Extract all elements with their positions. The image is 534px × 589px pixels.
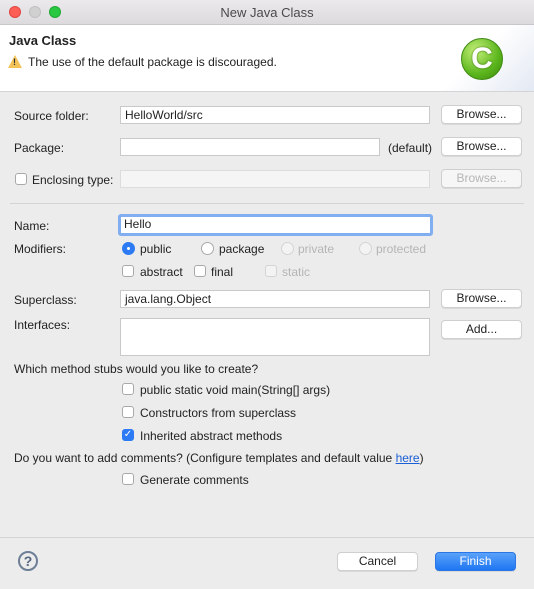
protected-radio[interactable] bbox=[359, 242, 372, 255]
configure-templates-link[interactable]: here bbox=[396, 451, 420, 465]
main-method-checkbox[interactable] bbox=[122, 383, 134, 395]
package-label: Package: bbox=[14, 141, 65, 155]
abstract-label: abstract bbox=[140, 265, 183, 279]
window-title: New Java Class bbox=[220, 5, 314, 20]
source-folder-label: Source folder: bbox=[14, 109, 89, 123]
footer-divider bbox=[0, 537, 534, 538]
private-radio[interactable] bbox=[281, 242, 294, 255]
zoom-window-button[interactable] bbox=[49, 6, 61, 18]
cancel-button[interactable]: Cancel bbox=[337, 552, 418, 571]
package-radio[interactable] bbox=[201, 242, 214, 255]
finish-button[interactable]: Finish bbox=[435, 552, 516, 571]
interfaces-list[interactable] bbox=[120, 318, 430, 356]
divider bbox=[10, 203, 524, 204]
package-browse-button[interactable]: Browse... bbox=[441, 137, 522, 156]
wizard-message: The use of the default package is discou… bbox=[28, 55, 277, 69]
enclosing-type-checkbox[interactable] bbox=[15, 173, 27, 185]
private-radio-label: private bbox=[298, 242, 335, 256]
public-radio[interactable] bbox=[122, 242, 135, 255]
warning-icon: ! bbox=[8, 55, 22, 68]
interfaces-label: Interfaces: bbox=[14, 318, 71, 332]
comments-question: Do you want to add comments? (Configure … bbox=[14, 451, 424, 465]
method-stubs-question: Which method stubs would you like to cre… bbox=[14, 362, 259, 376]
public-radio-label: public bbox=[140, 242, 172, 256]
protected-radio-label: protected bbox=[376, 242, 427, 256]
abstract-checkbox[interactable] bbox=[122, 265, 134, 277]
constructors-label: Constructors from superclass bbox=[140, 406, 297, 420]
interfaces-add-button[interactable]: Add... bbox=[441, 320, 522, 339]
package-input[interactable] bbox=[120, 138, 380, 156]
wizard-header: Java Class ! The use of the default pack… bbox=[0, 25, 534, 92]
static-label: static bbox=[282, 265, 311, 279]
package-radio-label: package bbox=[219, 242, 265, 256]
inherited-abstract-label: Inherited abstract methods bbox=[140, 429, 283, 443]
package-default-hint: (default) bbox=[388, 141, 433, 155]
java-class-logo-icon: C bbox=[461, 38, 503, 80]
final-checkbox[interactable] bbox=[194, 265, 206, 277]
minimize-window-button[interactable] bbox=[29, 6, 41, 18]
main-method-label: public static void main(String[] args) bbox=[140, 383, 331, 397]
enclosing-type-label: Enclosing type: bbox=[32, 173, 114, 187]
source-folder-input[interactable]: HelloWorld/src bbox=[120, 106, 430, 124]
inherited-abstract-checkbox[interactable]: ✓ bbox=[122, 429, 134, 441]
enclosing-type-browse-button[interactable]: Browse... bbox=[441, 169, 522, 188]
name-label: Name: bbox=[14, 219, 50, 233]
help-icon[interactable]: ? bbox=[18, 551, 38, 571]
superclass-label: Superclass: bbox=[14, 293, 77, 307]
source-folder-browse-button[interactable]: Browse... bbox=[441, 105, 522, 124]
generate-comments-label: Generate comments bbox=[140, 473, 249, 487]
enclosing-type-input[interactable] bbox=[120, 170, 430, 188]
wizard-title: Java Class bbox=[9, 33, 77, 48]
name-input[interactable]: Hello bbox=[118, 214, 433, 236]
title-bar: New Java Class bbox=[0, 0, 534, 25]
superclass-input[interactable]: java.lang.Object bbox=[120, 290, 430, 308]
modifiers-label: Modifiers: bbox=[14, 242, 67, 256]
superclass-browse-button[interactable]: Browse... bbox=[441, 289, 522, 308]
close-window-button[interactable] bbox=[9, 6, 21, 18]
final-label: final bbox=[211, 265, 234, 279]
constructors-checkbox[interactable] bbox=[122, 406, 134, 418]
generate-comments-checkbox[interactable] bbox=[122, 473, 134, 485]
static-checkbox[interactable] bbox=[265, 265, 277, 277]
